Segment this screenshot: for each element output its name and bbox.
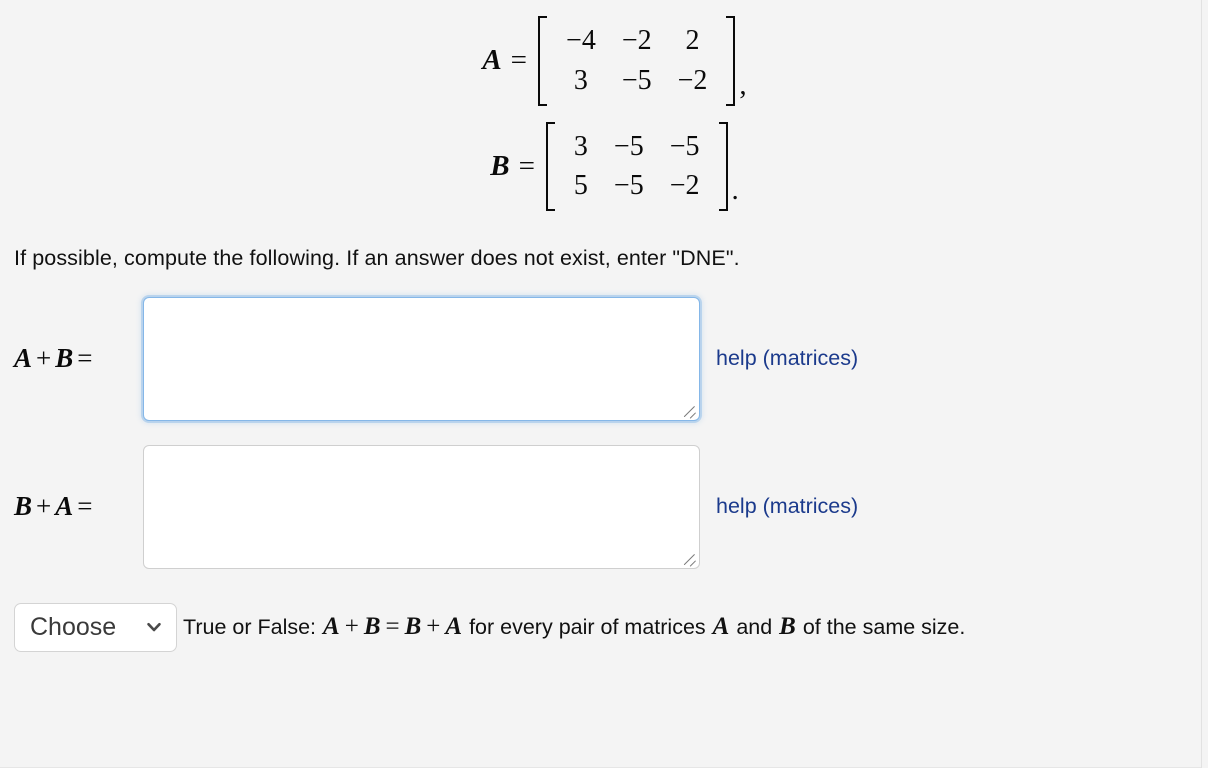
matrix-a-cell-1-1: −5 [621,64,652,96]
matrix-b-cell-0-0: 3 [573,130,588,162]
matrix-b-cell-0-2: −5 [669,130,700,162]
tf-expr-plus-2: + [426,613,441,641]
answer-input-b-plus-a[interactable] [143,444,700,569]
label-operand-left: A [14,343,33,374]
label-plus-operator-2: + [36,491,52,522]
tf-expr-a2: A [445,613,463,641]
answer-input-a-plus-b[interactable] [143,296,700,421]
matrix-a-cell-1-2: −2 [677,64,708,96]
matrix-b-cell-0-1: −5 [613,130,644,162]
true-false-statement: True or False: A + B = B + A for every pair of… [183,613,966,641]
true-false-prefix: True or False: [183,615,317,640]
matrix-a-cell-0-2: 2 [685,25,700,56]
answer-textarea-wrap-b-plus-a [143,444,700,569]
matrix-a-equation: A = −4 −2 2 3 −5 −2 , [482,16,747,106]
problem-content: A = −4 −2 2 3 −5 −2 , B = 3 −5 −5 5 −5 −… [0,0,1201,768]
true-false-suffix: of the same size. [802,615,966,640]
label-equals-sign-2: = [77,491,93,522]
tf-expr-equals: = [385,613,400,641]
resize-handle-icon[interactable] [683,404,697,419]
answer-row-b-plus-a: B + A = help (matrices) [14,421,1201,569]
answer-label-b-plus-a: B + A = [14,491,143,522]
matrix-b-grid: 3 −5 −5 5 −5 −2 [557,122,717,212]
label-equals-sign: = [77,343,93,374]
matrix-b-punctuation: . [731,174,739,206]
matrix-a-punctuation: , [739,68,747,101]
matrix-b-equation: B = 3 −5 −5 5 −5 −2 . [490,121,739,212]
matrix-a-cell-0-0: −4 [566,25,596,56]
true-false-block: Choose True or False: A + B = B + A for every … [14,569,1201,652]
resize-handle-icon[interactable] [683,552,697,567]
matrix-b-cell-1-0: 5 [573,170,588,202]
answer-row-a-plus-b: A + B = help (matrices) [14,273,1201,421]
true-false-select[interactable]: Choose [14,602,177,652]
matrix-a-cell-1-0: 3 [573,64,588,96]
label-operand-right: B [55,343,74,374]
matrix-a-name: A [482,44,502,77]
matrix-b-display: B = 3 −5 −5 5 −5 −2 . [14,106,1208,212]
matrix-a-grid: −4 −2 2 3 −5 −2 [549,16,724,106]
tf-expr-a: A [323,613,340,641]
true-false-conjunction: and [736,615,773,640]
help-matrices-link-1[interactable]: help (matrices) [716,346,858,371]
matrix-a-cell-0-1: −2 [621,25,652,56]
label-operand-right-2: A [55,491,74,522]
tf-expr-b2: B [404,613,422,641]
matrix-b-equals: = [518,149,535,182]
tf-expr-b: B [363,613,381,641]
true-false-select-value: Choose [30,613,117,642]
matrix-a-right-bracket [724,16,736,106]
matrix-a-display: A = −4 −2 2 3 −5 −2 , [14,0,1208,106]
chevron-down-icon [144,617,164,637]
answer-textarea-wrap-a-plus-b [143,296,700,421]
tf-var-a: A [712,613,730,641]
matrix-b-left-bracket [545,121,557,211]
tf-var-b: B [779,613,796,641]
matrix-b-cell-1-1: −5 [613,170,644,202]
true-false-middle: for every pair of matrices [469,615,706,640]
label-plus-operator: + [36,343,52,374]
tf-expr-plus-1: + [344,613,359,641]
answer-label-a-plus-b: A + B = [14,343,143,374]
instruction-text: If possible, compute the following. If a… [14,246,740,270]
matrix-b-right-bracket [717,121,728,211]
matrix-a-left-bracket [538,16,549,106]
matrix-b-name: B [490,149,510,182]
label-operand-left-2: B [14,491,33,522]
matrix-b-cell-1-2: −2 [669,170,700,202]
help-matrices-link-2[interactable]: help (matrices) [716,494,858,519]
matrix-a-equals: = [510,44,528,77]
